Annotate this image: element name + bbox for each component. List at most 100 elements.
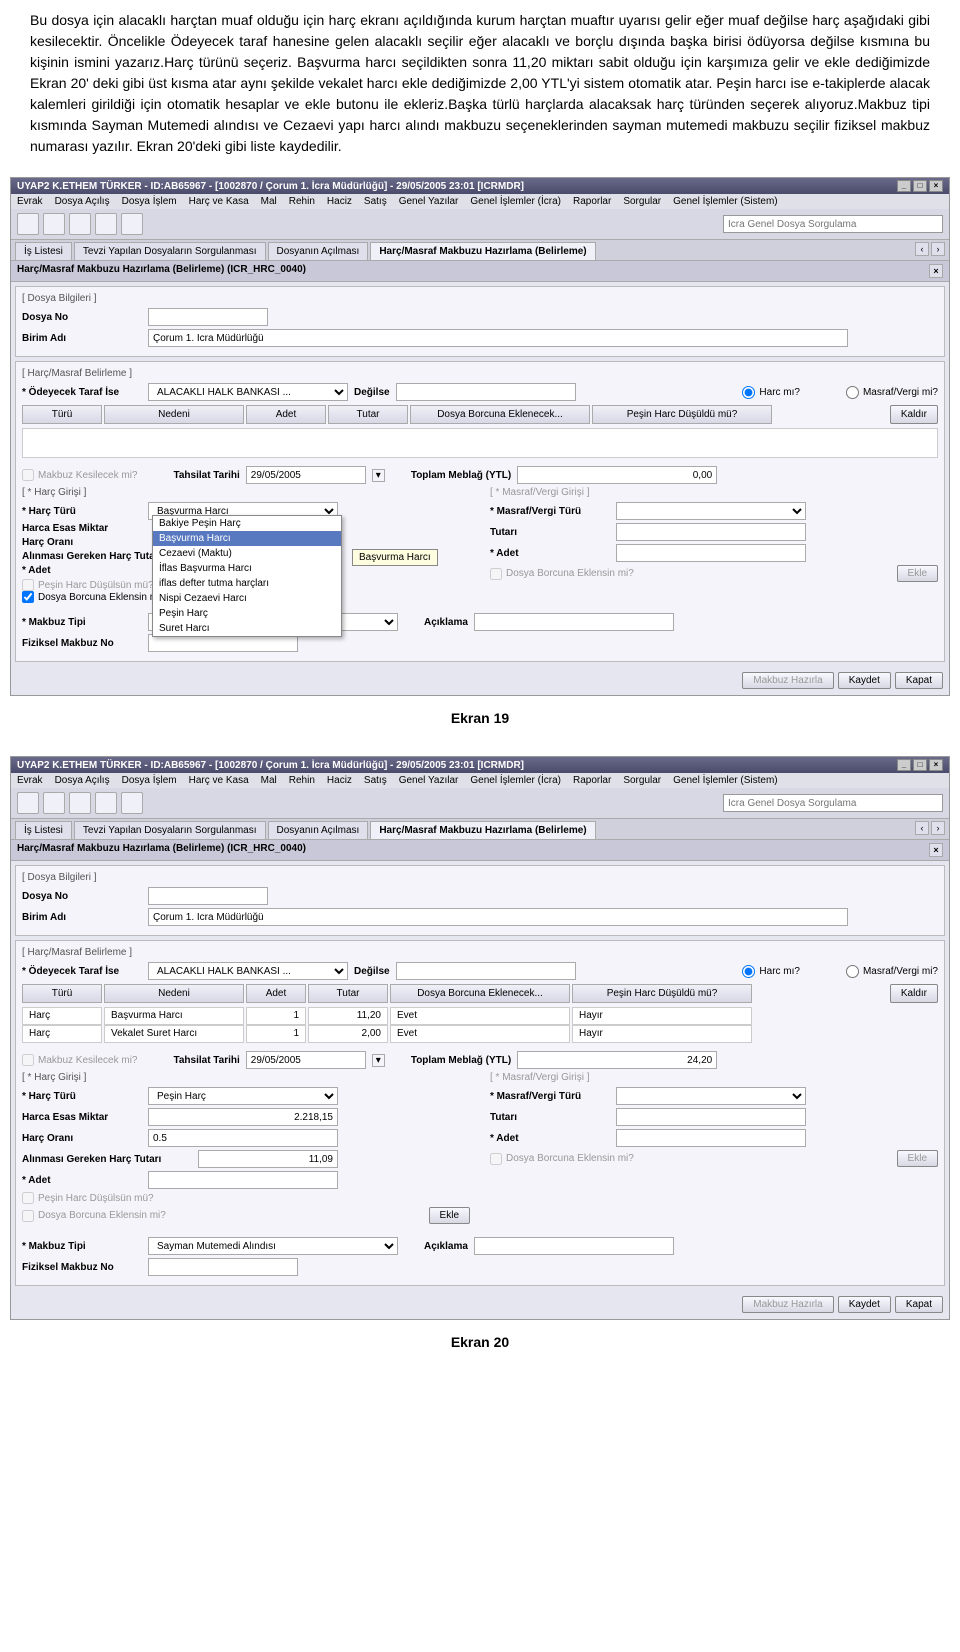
menu-harc-kasa[interactable]: Harç ve Kasa xyxy=(189,775,249,786)
menu-mal[interactable]: Mal xyxy=(261,775,277,786)
masraf-mi-radio[interactable]: Masraf/Vergi mi? xyxy=(846,965,938,978)
masraf-turu-select[interactable] xyxy=(616,1087,806,1105)
kaydet-button[interactable]: Kaydet xyxy=(838,1296,891,1313)
tab-dosya-acilmasi[interactable]: Dosyanın Açılması xyxy=(268,821,369,839)
masraf-turu-select[interactable] xyxy=(616,502,806,520)
makbuz-tipi-select[interactable]: Sayman Mutemedi Alındısı xyxy=(148,1237,398,1255)
table-row[interactable]: Harç Vekalet Suret Harcı 1 2,00 Evet Hay… xyxy=(22,1025,938,1043)
dosya-no-input[interactable] xyxy=(148,887,268,905)
toolbar-icon-1[interactable] xyxy=(17,213,39,235)
minimize-icon[interactable]: _ xyxy=(897,759,911,771)
tab-tevzi[interactable]: Tevzi Yapılan Dosyaların Sorgulanması xyxy=(74,821,266,839)
subtitle-close-icon[interactable]: × xyxy=(929,264,943,278)
minimize-icon[interactable]: _ xyxy=(897,180,911,192)
degilse-input[interactable] xyxy=(396,383,576,401)
tab-prev-icon[interactable]: ‹ xyxy=(915,242,929,256)
tab-is-listesi[interactable]: İş Listesi xyxy=(15,821,72,839)
dropdown-option[interactable]: Bakiye Peşin Harç xyxy=(153,516,341,531)
toolbar-icon-2[interactable] xyxy=(43,213,65,235)
menu-rehin[interactable]: Rehin xyxy=(289,775,315,786)
toolbar-icon-3[interactable] xyxy=(69,213,91,235)
chevron-down-icon[interactable]: ▾ xyxy=(372,469,385,482)
menu-haciz[interactable]: Haciz xyxy=(327,775,352,786)
toolbar-icon-2[interactable] xyxy=(43,792,65,814)
subtitle-close-icon[interactable]: × xyxy=(929,843,943,857)
dropdown-option[interactable]: Cezaevi (Maktu) xyxy=(153,546,341,561)
menu-raporlar[interactable]: Raporlar xyxy=(573,196,611,207)
toolbar-icon-5[interactable] xyxy=(121,213,143,235)
odeyecek-select[interactable]: ALACAKLI HALK BANKASI ... xyxy=(148,962,348,980)
table-row[interactable]: Harç Başvurma Harcı 1 11,20 Evet Hayır xyxy=(22,1007,938,1025)
tutari-input[interactable] xyxy=(616,1108,806,1126)
menu-genel-islemler-sistem[interactable]: Genel İşlemler (Sistem) xyxy=(673,196,777,207)
menu-sorgular[interactable]: Sorgular xyxy=(623,196,661,207)
dropdown-option[interactable]: Peşin Harç xyxy=(153,606,341,621)
hdr-nedeni[interactable]: Nedeni xyxy=(104,405,244,424)
close-icon[interactable]: × xyxy=(929,180,943,192)
tab-harc-masraf[interactable]: Harç/Masraf Makbuzu Hazırlama (Belirleme… xyxy=(370,821,595,839)
tahsilat-tarihi-input[interactable] xyxy=(246,1051,366,1069)
hdr-ekl[interactable]: Dosya Borcuna Eklenecek... xyxy=(410,405,590,424)
tab-is-listesi[interactable]: İş Listesi xyxy=(15,242,72,260)
hdr-tutar[interactable]: Tutar xyxy=(328,405,408,424)
masraf-adet-input[interactable] xyxy=(616,544,806,562)
tab-prev-icon[interactable]: ‹ xyxy=(915,821,929,835)
hdr-tutar[interactable]: Tutar xyxy=(308,984,388,1003)
menu-genel-yazilar[interactable]: Genel Yazılar xyxy=(399,775,459,786)
toolbar-icon-1[interactable] xyxy=(17,792,39,814)
menu-mal[interactable]: Mal xyxy=(261,196,277,207)
dropdown-option-selected[interactable]: Başvurma Harcı xyxy=(153,531,341,546)
degilse-input[interactable] xyxy=(396,962,576,980)
grid-area[interactable] xyxy=(22,428,938,458)
ekle-button[interactable]: Ekle xyxy=(429,1207,470,1224)
hdr-adet[interactable]: Adet xyxy=(246,405,326,424)
dropdown-option[interactable]: iflas defter tutma harçları xyxy=(153,576,341,591)
masraf-adet-input[interactable] xyxy=(616,1129,806,1147)
menu-satis[interactable]: Satış xyxy=(364,196,387,207)
dropdown-option[interactable]: Suret Harcı xyxy=(153,621,341,636)
kapat-button[interactable]: Kapat xyxy=(895,1296,943,1313)
hdr-turu[interactable]: Türü xyxy=(22,984,102,1003)
adet-input[interactable] xyxy=(148,1171,338,1189)
menu-genel-islemler-icra[interactable]: Genel İşlemler (İcra) xyxy=(470,196,561,207)
tutari-input[interactable] xyxy=(616,523,806,541)
hdr-ekl[interactable]: Dosya Borcuna Eklenecek... xyxy=(390,984,570,1003)
fiziksel-makbuz-input[interactable] xyxy=(148,1258,298,1276)
maximize-icon[interactable]: □ xyxy=(913,180,927,192)
menu-genel-islemler-icra[interactable]: Genel İşlemler (İcra) xyxy=(470,775,561,786)
hdr-adet[interactable]: Adet xyxy=(246,984,306,1003)
menu-genel-yazilar[interactable]: Genel Yazılar xyxy=(399,196,459,207)
kaldir-button[interactable]: Kaldır xyxy=(890,984,938,1003)
kaydet-button[interactable]: Kaydet xyxy=(838,672,891,689)
harc-mi-radio[interactable]: Harc mı? xyxy=(742,386,800,399)
hdr-nedeni[interactable]: Nedeni xyxy=(104,984,244,1003)
aciklama-input[interactable] xyxy=(474,1237,674,1255)
birim-adi-input[interactable] xyxy=(148,329,848,347)
search-input[interactable] xyxy=(723,215,943,233)
menu-satis[interactable]: Satış xyxy=(364,775,387,786)
maximize-icon[interactable]: □ xyxy=(913,759,927,771)
harc-mi-radio[interactable]: Harc mı? xyxy=(742,965,800,978)
close-icon[interactable]: × xyxy=(929,759,943,771)
tab-dosya-acilmasi[interactable]: Dosyanın Açılması xyxy=(268,242,369,260)
harc-turu-select[interactable]: Peşin Harç xyxy=(148,1087,338,1105)
menu-haciz[interactable]: Haciz xyxy=(327,196,352,207)
harc-turu-dropdown[interactable]: Bakiye Peşin Harç Başvurma Harcı Cezaevi… xyxy=(152,515,342,637)
menu-harc-kasa[interactable]: Harç ve Kasa xyxy=(189,196,249,207)
search-input[interactable] xyxy=(723,794,943,812)
kapat-button[interactable]: Kapat xyxy=(895,672,943,689)
toolbar-icon-3[interactable] xyxy=(69,792,91,814)
menu-evrak[interactable]: Evrak xyxy=(17,196,43,207)
tab-next-icon[interactable]: › xyxy=(931,242,945,256)
dropdown-option[interactable]: Nispi Cezaevi Harcı xyxy=(153,591,341,606)
menu-dosya-islem[interactable]: Dosya İşlem xyxy=(122,196,177,207)
masraf-mi-radio[interactable]: Masraf/Vergi mi? xyxy=(846,386,938,399)
menu-evrak[interactable]: Evrak xyxy=(17,775,43,786)
harca-esas-input[interactable] xyxy=(148,1108,338,1126)
menu-dosya-acilis[interactable]: Dosya Açılış xyxy=(55,775,110,786)
toolbar-icon-4[interactable] xyxy=(95,213,117,235)
tab-tevzi[interactable]: Tevzi Yapılan Dosyaların Sorgulanması xyxy=(74,242,266,260)
menu-dosya-islem[interactable]: Dosya İşlem xyxy=(122,775,177,786)
aciklama-input[interactable] xyxy=(474,613,674,631)
tab-next-icon[interactable]: › xyxy=(931,821,945,835)
